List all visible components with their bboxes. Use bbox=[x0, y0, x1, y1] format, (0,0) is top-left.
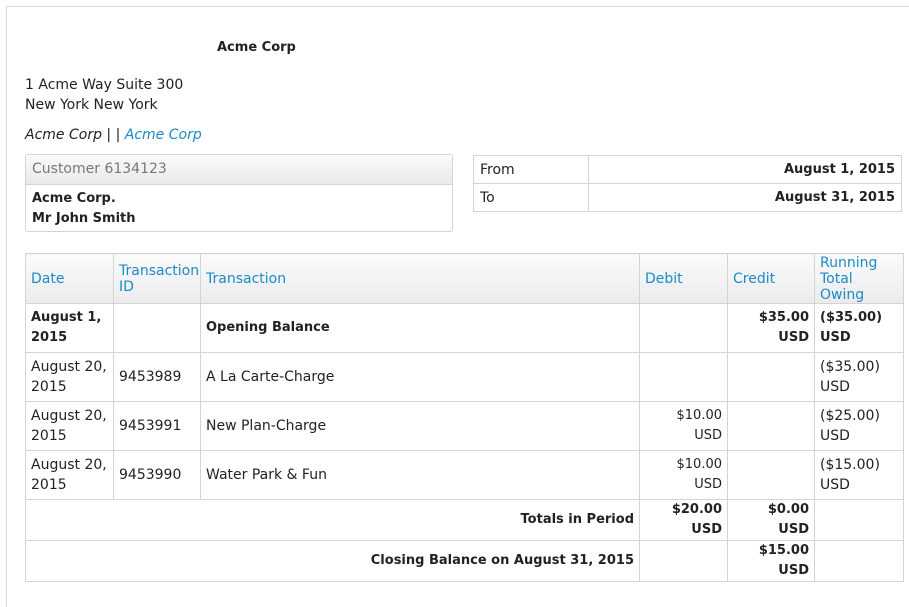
column-header-credit[interactable]: Credit bbox=[727, 253, 815, 304]
cell-credit: $35.00 USD bbox=[727, 303, 815, 353]
customer-panel: Customer 6134123 Acme Corp. Mr John Smit… bbox=[25, 154, 453, 232]
period-from-row: From August 1, 2015 bbox=[473, 155, 902, 184]
cell-date: August 20, 2015 bbox=[25, 401, 114, 451]
company-links-text: Acme Corp | | bbox=[25, 127, 121, 143]
closing-debit-empty bbox=[639, 540, 728, 582]
closing-running-empty bbox=[814, 540, 904, 582]
from-label: From bbox=[473, 155, 589, 184]
column-header-date[interactable]: Date bbox=[25, 253, 114, 304]
cell-running-total: ($35.00) USD bbox=[814, 352, 904, 402]
cell-credit bbox=[727, 352, 815, 402]
closing-balance-row: Closing Balance on August 31, 2015 $15.0… bbox=[25, 540, 904, 582]
table-row: August 20, 2015 9453991 New Plan-Charge … bbox=[25, 401, 904, 451]
column-header-running-total[interactable]: Running Total Owing bbox=[814, 253, 904, 304]
cell-date: August 20, 2015 bbox=[25, 450, 114, 500]
cell-transaction: New Plan-Charge bbox=[200, 401, 640, 451]
column-header-transaction[interactable]: Transaction bbox=[200, 253, 640, 304]
cell-running-total: ($25.00) USD bbox=[814, 401, 904, 451]
cell-debit bbox=[639, 352, 728, 402]
totals-label: Totals in Period bbox=[25, 499, 640, 541]
cell-debit: $10.00 USD bbox=[639, 450, 728, 500]
cell-credit bbox=[727, 450, 815, 500]
statement-period: From August 1, 2015 To August 31, 2015 bbox=[473, 155, 902, 212]
customer-contact: Mr John Smith bbox=[32, 211, 136, 226]
period-to-row: To August 31, 2015 bbox=[473, 183, 902, 212]
customer-number: Customer 6134123 bbox=[26, 155, 452, 185]
cell-transaction-id: 9453990 bbox=[113, 450, 201, 500]
cell-transaction: Opening Balance bbox=[200, 303, 640, 353]
from-date: August 1, 2015 bbox=[588, 155, 902, 184]
column-header-transaction-id[interactable]: Transaction ID bbox=[113, 253, 201, 304]
address-line-2: New York New York bbox=[25, 97, 158, 113]
table-row: August 1, 2015 Opening Balance $35.00 US… bbox=[25, 303, 904, 353]
company-links: Acme Corp | | Acme Corp bbox=[25, 127, 202, 143]
cell-date: August 1, 2015 bbox=[25, 303, 114, 353]
cell-debit: $10.00 USD bbox=[639, 401, 728, 451]
cell-running-total: ($15.00) USD bbox=[814, 450, 904, 500]
table-row: August 20, 2015 9453989 A La Carte-Charg… bbox=[25, 352, 904, 402]
company-name: Acme Corp bbox=[217, 40, 296, 55]
totals-debit: $20.00 USD bbox=[639, 499, 728, 541]
closing-balance-label: Closing Balance on August 31, 2015 bbox=[25, 540, 640, 582]
to-date: August 31, 2015 bbox=[588, 183, 902, 212]
totals-running-empty bbox=[814, 499, 904, 541]
address-line-1: 1 Acme Way Suite 300 bbox=[25, 77, 184, 93]
cell-date: August 20, 2015 bbox=[25, 352, 114, 402]
cell-transaction: Water Park & Fun bbox=[200, 450, 640, 500]
table-header-row: Date Transaction ID Transaction Debit Cr… bbox=[25, 253, 904, 304]
column-header-debit[interactable]: Debit bbox=[639, 253, 728, 304]
closing-balance-credit: $15.00 USD bbox=[727, 540, 815, 582]
transactions-table: Date Transaction ID Transaction Debit Cr… bbox=[25, 253, 904, 582]
cell-credit bbox=[727, 401, 815, 451]
totals-row: Totals in Period $20.00 USD $0.00 USD bbox=[25, 499, 904, 541]
cell-debit bbox=[639, 303, 728, 353]
table-row: August 20, 2015 9453990 Water Park & Fun… bbox=[25, 450, 904, 500]
cell-transaction-id: 9453989 bbox=[113, 352, 201, 402]
cell-transaction-id: 9453991 bbox=[113, 401, 201, 451]
to-label: To bbox=[473, 183, 589, 212]
cell-running-total: ($35.00) USD bbox=[814, 303, 904, 353]
totals-credit: $0.00 USD bbox=[727, 499, 815, 541]
cell-transaction: A La Carte-Charge bbox=[200, 352, 640, 402]
company-link[interactable]: Acme Corp bbox=[125, 127, 202, 143]
customer-company: Acme Corp. bbox=[32, 191, 116, 206]
cell-transaction-id bbox=[113, 303, 201, 353]
